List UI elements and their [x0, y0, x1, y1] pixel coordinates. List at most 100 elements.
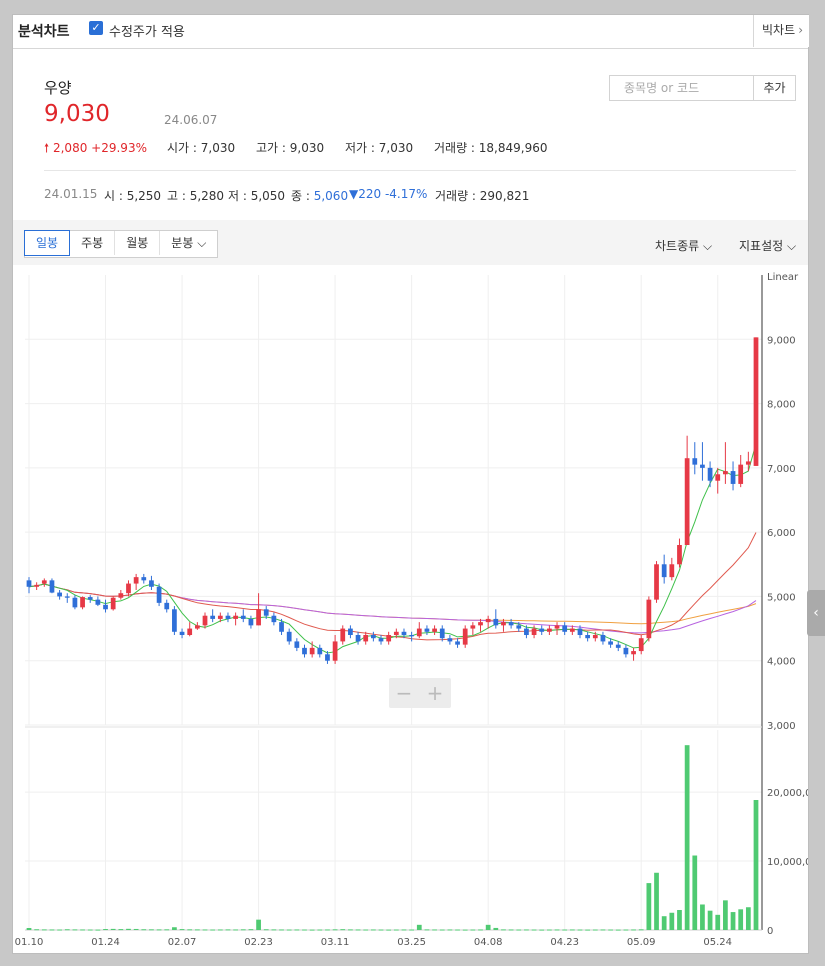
- chevron-down-icon: ⌵: [783, 239, 797, 253]
- volume-bar: [309, 929, 315, 931]
- candle-body: [654, 564, 659, 600]
- volume-bar: [26, 927, 32, 930]
- chart-type-menu[interactable]: 차트종류 ⌵: [655, 237, 712, 254]
- candle-body: [501, 622, 506, 626]
- change-percent: +29.93%: [91, 141, 147, 155]
- candle-body: [485, 618, 491, 623]
- candle-body: [64, 596, 70, 598]
- candle-body: [592, 635, 598, 639]
- candle-body: [325, 654, 330, 661]
- volume-bar: [302, 929, 307, 931]
- stock-search-input[interactable]: 종목명 or 코드: [609, 75, 754, 101]
- volume-bar: [615, 929, 621, 931]
- volume-bar: [684, 745, 690, 930]
- volume-bar: [118, 929, 124, 931]
- price-volume-chart[interactable]: 01.10 01.24 02.07 02.23 03.11 03.25 04.08 04.23…: [13, 270, 808, 952]
- period-tabs: 일봉 주봉 월봉 분봉 ⌵: [24, 230, 219, 258]
- volume-bar: [424, 929, 430, 931]
- candle-body: [508, 622, 514, 626]
- zoom-in-button[interactable]: +: [420, 680, 450, 706]
- volume-bar: [103, 929, 108, 931]
- volume-bar: [286, 929, 292, 931]
- scale-label: Linear: [767, 272, 799, 283]
- candle-body: [623, 647, 629, 655]
- volume-bar: [738, 909, 744, 930]
- volume-bar: [485, 924, 491, 930]
- volume-tick-label: 0: [767, 926, 773, 937]
- volume-bar: [57, 929, 62, 931]
- volume-bar: [363, 929, 369, 931]
- candle-body: [72, 597, 78, 608]
- volume-tick-label: 20,000,000: [767, 788, 808, 799]
- volume-bar: [493, 927, 499, 930]
- tab-monthly[interactable]: 월봉: [115, 231, 161, 255]
- indicator-label: 지표설정: [739, 239, 784, 253]
- candle-body: [447, 638, 453, 642]
- candle-body: [524, 628, 529, 635]
- volume-bar: [547, 929, 552, 931]
- price-tick-label: 7,000: [767, 464, 796, 475]
- tab-weekly[interactable]: 주봉: [70, 231, 116, 255]
- volume-bar: [700, 904, 705, 930]
- volume-plot-area: [25, 730, 762, 930]
- x-tick-label: 02.23: [244, 937, 273, 948]
- price-plot-area: [25, 275, 762, 725]
- candle-body: [202, 615, 208, 626]
- chart-type-label: 차트종류: [655, 239, 700, 253]
- zoom-out-button[interactable]: −: [389, 680, 419, 706]
- big-chart-button[interactable]: 빅차트 ›: [753, 15, 809, 47]
- chevron-down-icon: ⌵: [699, 239, 713, 253]
- open-price: 시가 : 7,030: [167, 141, 236, 155]
- candle-body: [615, 644, 621, 648]
- candle-body: [539, 628, 545, 632]
- candle-body: [57, 592, 62, 597]
- adjusted-price-label[interactable]: 수정주가 적용: [109, 21, 185, 40]
- candle-body: [684, 458, 690, 545]
- volume-bar: [516, 929, 522, 931]
- candle-body: [753, 337, 759, 466]
- candle-body: [279, 622, 284, 632]
- panel-title: 분석차트: [18, 24, 70, 40]
- high-price: 고가 : 9,030: [256, 141, 325, 155]
- x-tick-label: 01.10: [15, 937, 44, 948]
- volume-bar: [554, 929, 560, 931]
- candle-body: [103, 604, 108, 610]
- volume-total: 거래량 : 18,849,960: [434, 141, 548, 155]
- current-price: 9,030: [44, 101, 110, 127]
- volume-bar: [248, 929, 254, 931]
- candle-body: [700, 464, 705, 468]
- volume-bar: [592, 929, 598, 931]
- x-tick-label: 03.25: [397, 937, 426, 948]
- stock-name: 우양: [44, 79, 72, 97]
- candle-body: [638, 638, 644, 652]
- candle-body: [432, 628, 437, 632]
- volume-bar: [110, 928, 116, 930]
- candle-body: [462, 628, 468, 645]
- tab-daily[interactable]: 일봉: [24, 230, 71, 256]
- adjusted-price-checkbox[interactable]: ✓: [89, 21, 103, 35]
- side-panel-handle[interactable]: ‹: [807, 590, 825, 636]
- hover-close-value: 5,060: [313, 189, 349, 203]
- add-stock-button[interactable]: 추가: [754, 75, 796, 101]
- volume-bar: [141, 929, 147, 931]
- candle-body: [608, 641, 613, 645]
- candle-body: [730, 471, 736, 484]
- volume-bar: [217, 929, 223, 931]
- candle-body: [317, 647, 323, 655]
- low-price: 저가 : 7,030: [345, 141, 414, 155]
- x-tick-label: 03.11: [321, 937, 350, 948]
- indicator-settings-menu[interactable]: 지표설정 ⌵: [739, 237, 796, 254]
- candle-body: [393, 631, 399, 635]
- volume-bar: [585, 929, 591, 931]
- candle-body: [172, 609, 177, 632]
- candle-body: [225, 615, 231, 619]
- arrow-up-icon: 🠕: [44, 141, 50, 155]
- candle-body: [370, 635, 376, 639]
- candle-body: [348, 628, 353, 635]
- price-change: 🠕 2,080 +29.93%: [44, 139, 147, 160]
- candle-body: [493, 618, 499, 626]
- volume-bar: [692, 855, 698, 930]
- tab-minute[interactable]: 분봉 ⌵: [160, 231, 217, 255]
- x-tick-label: 02.07: [168, 937, 197, 948]
- volume-bar: [34, 929, 40, 931]
